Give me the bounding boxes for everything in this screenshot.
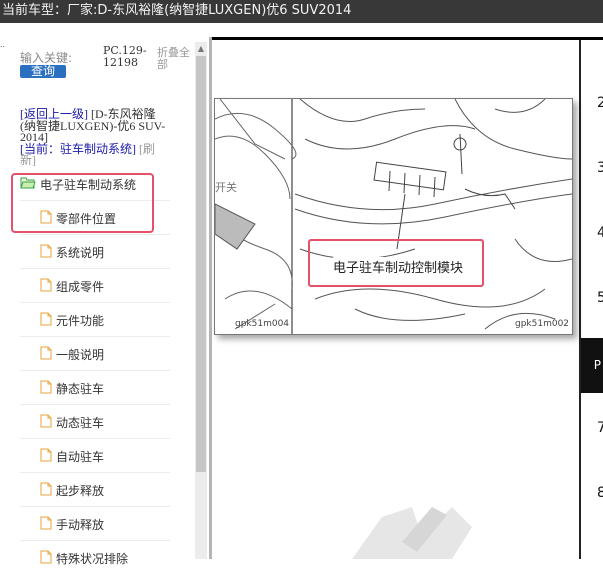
side-number: 3: [597, 160, 603, 176]
tree-item-component-location[interactable]: 零部件位置: [20, 202, 170, 235]
query-button[interactable]: 查询: [20, 65, 66, 78]
content-right-border: [579, 40, 581, 559]
vehicle-name: 厂家:D-东风裕隆(纳智捷LUXGEN)优6 SUV2014: [67, 3, 352, 18]
sidebar-dots: ..: [0, 40, 6, 49]
module-label: 电子驻车制动控制模块: [333, 257, 464, 276]
tree-label: 动态驻车: [56, 415, 105, 430]
tree-label: 起步释放: [56, 483, 105, 498]
document-icon: [40, 346, 52, 363]
sidebar-scroll-thumb[interactable]: [196, 56, 206, 472]
side-number: 8: [597, 485, 603, 501]
tree-label: 系统说明: [56, 245, 105, 260]
scroll-up-arrow-icon[interactable]: ▲: [195, 42, 207, 56]
switch-label: 开关: [215, 181, 237, 194]
content-top-border: [212, 37, 603, 40]
document-icon: [40, 448, 52, 465]
diagram-drawing: [215, 99, 572, 334]
nav-current-line: [当前：驻车制动系统] [刷: [20, 143, 155, 155]
document-icon: [40, 210, 52, 227]
side-number: 5: [597, 290, 603, 306]
part-code: PC.129- 12198: [103, 45, 147, 69]
document-icon: [40, 244, 52, 261]
tree-label: 自动驻车: [56, 449, 105, 464]
tree-label: 元件功能: [56, 313, 105, 328]
tree-item-auto-parking[interactable]: 自动驻车: [20, 440, 170, 473]
tree-label: 静态驻车: [56, 381, 105, 396]
tree-item-general-description[interactable]: 一般说明: [20, 338, 170, 371]
side-number: 7: [597, 420, 603, 436]
open-folder-icon: [20, 177, 36, 192]
tree-item-component-function[interactable]: 元件功能: [20, 304, 170, 337]
tree-item-static-parking[interactable]: 静态驻车: [20, 372, 170, 405]
document-icon: [40, 278, 52, 295]
part-code-line-2: 12198: [103, 56, 138, 69]
collapse-all-button[interactable]: 折叠全部: [157, 47, 195, 71]
component-diagram: 开关 电子驻车制动控制模块 gpk51m004 gpk51m002: [214, 98, 573, 335]
tree-item-manual-release[interactable]: 手动释放: [20, 508, 170, 541]
refresh-line-2[interactable]: 新]: [20, 154, 36, 166]
document-icon: [40, 380, 52, 397]
tree-item-epb-system[interactable]: 电子驻车制动系统: [20, 168, 170, 201]
vehicle-header: 当前车型：厂家:D-东风裕隆(纳智捷LUXGEN)优6 SUV2014: [0, 0, 603, 23]
dark-side-tab[interactable]: P: [581, 338, 603, 393]
document-icon: [40, 312, 52, 329]
document-icon: [40, 482, 52, 499]
document-icon: [40, 516, 52, 533]
tree-label: 电子驻车制动系统: [40, 177, 137, 192]
tree-label: 零部件位置: [56, 211, 117, 226]
side-number: 2: [597, 95, 603, 111]
tree-item-start-release[interactable]: 起步释放: [20, 474, 170, 507]
tree-item-dynamic-parking[interactable]: 动态驻车: [20, 406, 170, 439]
document-icon: [40, 414, 52, 431]
tree-label: 组成零件: [56, 279, 105, 294]
current-location[interactable]: [当前：驻车制动系统]: [20, 142, 136, 156]
side-number: 4: [597, 225, 603, 241]
diagram-code-left: gpk51m004: [235, 319, 290, 329]
vehicle-prefix: 当前车型：: [2, 3, 68, 18]
tree-item-system-description[interactable]: 系统说明: [20, 236, 170, 269]
collapse-all-label: 折叠全部: [157, 46, 190, 71]
diagram-code-right: gpk51m002: [515, 319, 570, 329]
tree-label: 手动释放: [56, 517, 105, 532]
tree-item-components[interactable]: 组成零件: [20, 270, 170, 303]
refresh-link[interactable]: [刷: [139, 142, 155, 156]
tree-label: 一般说明: [56, 347, 105, 362]
